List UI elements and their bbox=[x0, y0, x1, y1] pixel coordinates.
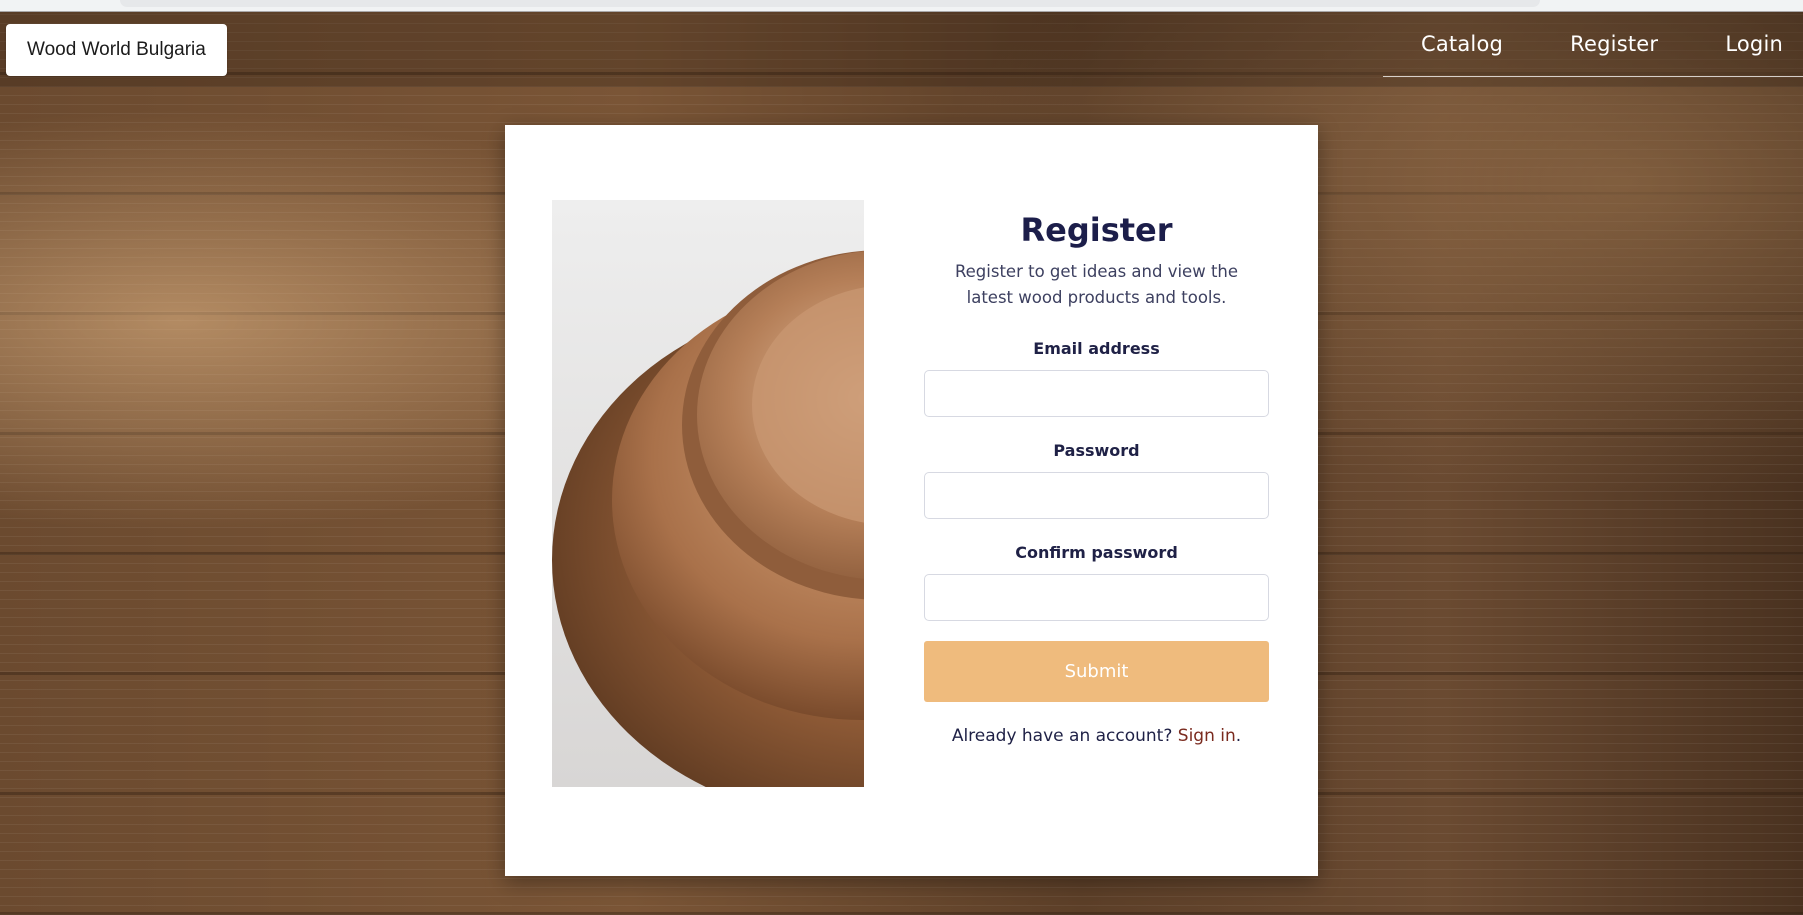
email-field[interactable] bbox=[924, 370, 1269, 417]
signin-line: Already have an account? Sign in. bbox=[924, 726, 1269, 746]
form-subtitle: Register to get ideas and view the lates… bbox=[954, 262, 1239, 307]
confirm-password-field-group: Confirm password bbox=[924, 543, 1269, 621]
email-field-group: Email address bbox=[924, 339, 1269, 417]
signin-link[interactable]: Sign in bbox=[1178, 726, 1236, 746]
browser-address-bar bbox=[120, 0, 1540, 7]
wooden-plates-illustration bbox=[552, 250, 864, 787]
register-form: Register Register to get ideas and view … bbox=[924, 210, 1269, 746]
confirm-password-label: Confirm password bbox=[1015, 543, 1178, 562]
brand-logo-button[interactable]: Wood World Bulgaria bbox=[6, 24, 227, 76]
submit-button[interactable]: Submit bbox=[924, 641, 1269, 702]
signin-suffix: . bbox=[1235, 726, 1242, 746]
register-card: Register Register to get ideas and view … bbox=[505, 125, 1318, 876]
confirm-password-field[interactable] bbox=[924, 574, 1269, 621]
password-field-group: Password bbox=[924, 441, 1269, 519]
nav-catalog-link[interactable]: Catalog bbox=[1421, 32, 1523, 56]
nav-login-link[interactable]: Login bbox=[1725, 32, 1803, 56]
password-field[interactable] bbox=[924, 472, 1269, 519]
wooden-plates-image bbox=[552, 200, 864, 787]
form-title: Register bbox=[1020, 211, 1173, 249]
email-label: Email address bbox=[1033, 339, 1160, 358]
site-header: Wood World Bulgaria Catalog Register Log… bbox=[0, 11, 1803, 87]
nav-register-link[interactable]: Register bbox=[1570, 32, 1678, 56]
password-label: Password bbox=[1053, 441, 1140, 460]
main-nav: Catalog Register Login bbox=[1383, 11, 1803, 77]
signin-prompt: Already have an account? bbox=[951, 726, 1173, 746]
